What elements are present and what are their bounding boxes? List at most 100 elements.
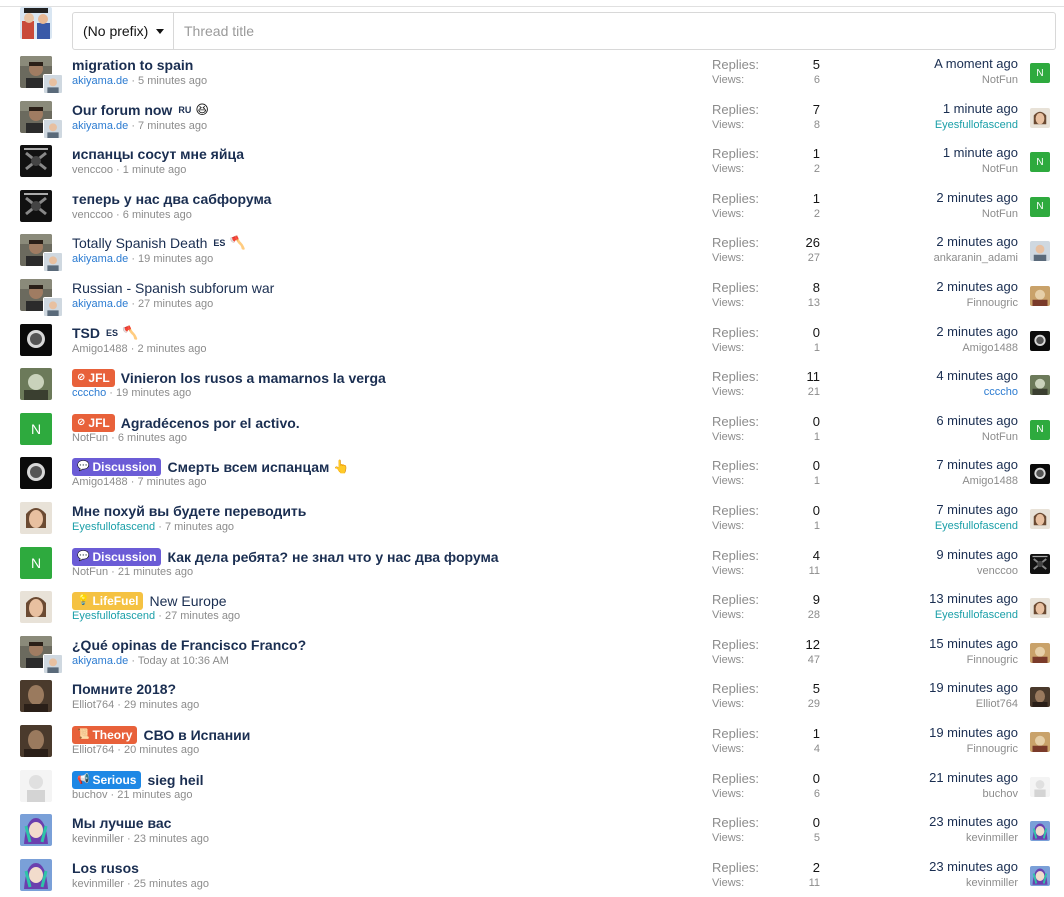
last-post-time[interactable]: 1 minute ago [943,101,1018,116]
last-poster-avatar[interactable] [1030,285,1050,306]
thread-prefix-badge[interactable]: ⊘ JFL [72,369,115,388]
author-avatar[interactable] [20,814,52,847]
last-poster-link[interactable]: Eyesfullofascend [935,119,1018,131]
last-poster-avatar[interactable] [1030,241,1050,262]
thread-author-link[interactable]: akiyama.de [72,75,128,87]
thread-title-input[interactable] [174,13,1064,49]
last-post-time[interactable]: 2 minutes ago [936,190,1018,205]
last-post-time[interactable]: 23 minutes ago [929,859,1018,874]
thread-author-link[interactable]: venccoo [72,164,113,176]
last-poster-link[interactable]: Finnougric [967,297,1018,309]
author-avatar[interactable]: N [20,546,52,579]
last-poster-link[interactable]: venccoo [977,565,1018,577]
thread-author-link[interactable]: akiyama.de [72,298,128,310]
last-poster-avatar[interactable] [1030,865,1050,886]
last-poster-link[interactable]: Elliot764 [976,698,1018,710]
thread-title-link[interactable]: Vinieron los rusos a mamarnos la verga [121,370,386,386]
last-poster-avatar[interactable] [1030,598,1050,619]
last-poster-avatar[interactable]: N [1030,196,1050,217]
last-post-time[interactable]: 6 minutes ago [936,413,1018,428]
last-poster-link[interactable]: Amigo1488 [962,475,1018,487]
thread-title-link[interactable]: Помните 2018? [72,681,176,697]
last-poster-avatar[interactable] [1030,821,1050,842]
thread-author-link[interactable]: Eyesfullofascend [72,610,155,622]
thread-title-link[interactable]: Russian - Spanish subforum war [72,280,274,296]
last-poster-avatar[interactable] [1030,776,1050,797]
last-post-time[interactable]: 23 minutes ago [929,814,1018,829]
last-poster-link[interactable]: ccccho [984,386,1018,398]
thread-author-link[interactable]: kevinmiller [72,833,124,845]
author-avatar[interactable]: N [20,412,52,445]
last-poster-link[interactable]: NotFun [982,431,1018,443]
thread-start-time[interactable]: 2 minutes ago [137,343,206,355]
thread-start-time[interactable]: 7 minutes ago [137,476,206,488]
thread-title-link[interactable]: TSD [72,325,100,341]
last-post-time[interactable]: 15 minutes ago [929,636,1018,651]
last-post-time[interactable]: 19 minutes ago [929,680,1018,695]
author-avatar[interactable] [20,591,52,624]
author-avatar[interactable] [20,769,52,802]
last-poster-link[interactable]: kevinmiller [966,832,1018,844]
last-post-time[interactable]: 13 minutes ago [929,591,1018,606]
last-poster-avatar[interactable]: N [1030,63,1050,83]
last-post-time[interactable]: 19 minutes ago [929,725,1018,740]
thread-author-link[interactable]: venccoo [72,209,113,221]
last-poster-avatar[interactable] [1030,553,1050,574]
last-post-time[interactable]: 7 minutes ago [936,502,1018,517]
last-poster-avatar[interactable] [1030,107,1050,128]
thread-start-time[interactable]: 21 minutes ago [117,789,192,801]
author-avatar[interactable] [20,368,52,401]
thread-start-time[interactable]: 25 minutes ago [134,878,209,890]
last-poster-link[interactable]: Finnougric [967,743,1018,755]
last-poster-link[interactable]: kevinmiller [966,877,1018,889]
thread-title-link[interactable]: migration to spain [72,57,193,73]
last-poster-avatar[interactable] [1030,687,1050,708]
current-user-avatar[interactable] [20,7,52,39]
author-avatar[interactable] [20,145,52,178]
thread-start-time[interactable]: 27 minutes ago [165,610,240,622]
thread-start-time[interactable]: 29 minutes ago [124,699,199,711]
last-poster-link[interactable]: NotFun [982,163,1018,175]
thread-title-link[interactable]: Agradécenos por el activo. [121,415,300,431]
thread-prefix-badge[interactable]: 💬 Discussion [72,458,162,477]
author-avatar[interactable] [20,323,52,356]
thread-prefix-badge[interactable]: 💬 Discussion [72,547,162,566]
author-avatar[interactable] [20,858,52,891]
thread-author-link[interactable]: kevinmiller [72,878,124,890]
thread-start-time[interactable]: 20 minutes ago [124,744,199,756]
thread-author-link[interactable]: Eyesfullofascend [72,521,155,533]
thread-start-time[interactable]: 19 minutes ago [116,387,191,399]
thread-start-time[interactable]: 19 minutes ago [138,253,213,265]
thread-title-link[interactable]: Смерть всем испанцам [167,459,329,475]
thread-title-link[interactable]: Our forum now [72,102,172,118]
thread-start-time[interactable]: 7 minutes ago [138,120,207,132]
last-poster-link[interactable]: buchov [983,788,1018,800]
last-poster-avatar[interactable] [1030,464,1050,485]
thread-start-time[interactable]: 1 minute ago [123,164,187,176]
last-poster-avatar[interactable] [1030,508,1050,529]
thread-author-link[interactable]: akiyama.de [72,655,128,667]
thread-title-link[interactable]: Мне похуй вы будете переводить [72,503,306,519]
thread-start-time[interactable]: 7 minutes ago [165,521,234,533]
thread-prefix-badge[interactable]: 📜 Theory [72,725,138,744]
thread-start-time[interactable]: 21 minutes ago [118,566,193,578]
thread-title-link[interactable]: New Europe [149,593,226,609]
thread-author-link[interactable]: Elliot764 [72,744,114,756]
last-poster-link[interactable]: Finnougric [967,654,1018,666]
thread-prefix-badge[interactable]: 📢 Serious [72,770,142,789]
thread-title-link[interactable]: Как дела ребята? не знал что у нас два ф… [167,549,498,565]
last-post-time[interactable]: 2 minutes ago [936,324,1018,339]
thread-author-link[interactable]: NotFun [72,432,108,444]
thread-title-link[interactable]: испанцы сосут мне яйца [72,146,244,162]
thread-start-time[interactable]: 23 minutes ago [134,833,209,845]
thread-start-time[interactable]: 6 minutes ago [123,209,192,221]
author-avatar[interactable] [20,680,52,713]
last-poster-avatar[interactable] [1030,642,1050,663]
last-post-time[interactable]: 1 minute ago [943,145,1018,160]
thread-author-link[interactable]: akiyama.de [72,253,128,265]
last-poster-link[interactable]: Eyesfullofascend [935,520,1018,532]
prefix-dropdown[interactable]: (No prefix) [73,13,174,49]
author-avatar[interactable] [20,501,52,534]
thread-author-link[interactable]: buchov [72,789,107,801]
last-poster-avatar[interactable]: N [1030,419,1050,440]
